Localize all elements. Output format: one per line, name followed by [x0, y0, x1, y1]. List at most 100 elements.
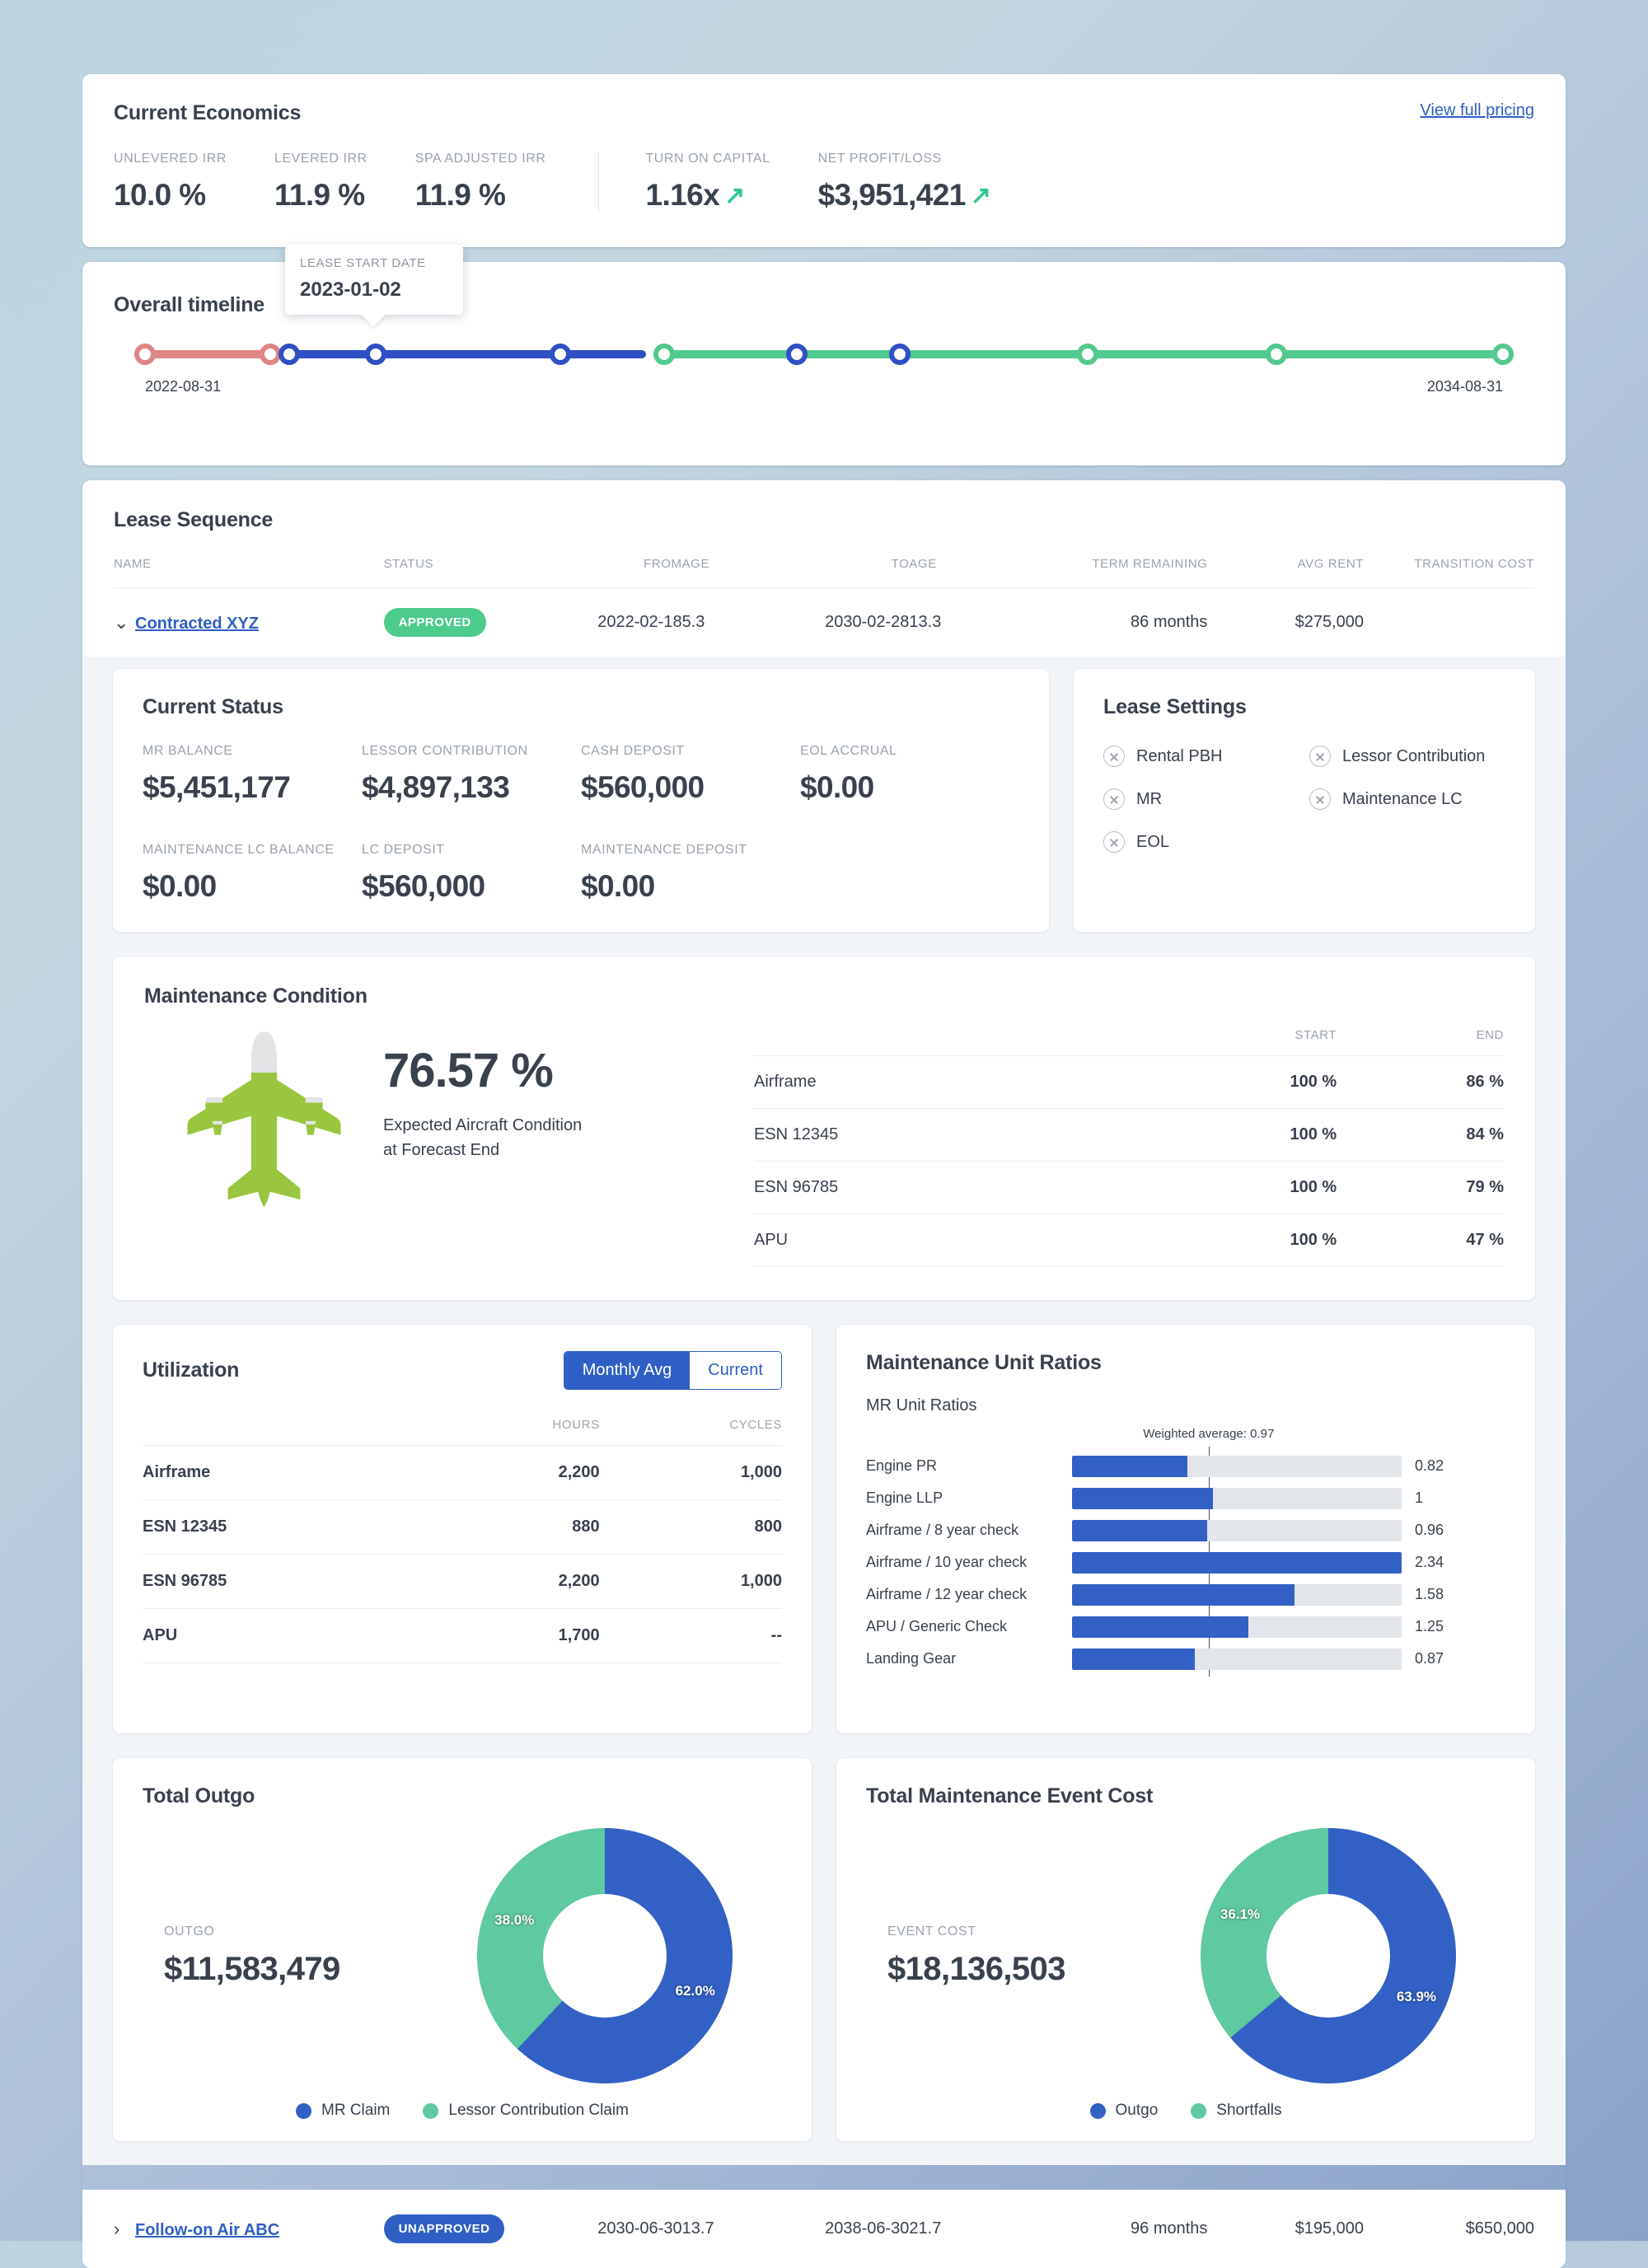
lease-settings-list: Rental PBH Lessor Contribution MR Maintenan…: [1103, 746, 1505, 853]
circle-x-icon: [1309, 746, 1331, 767]
ratio-track: [1072, 1455, 1402, 1477]
table-row: Airframe 100 % 86 %: [754, 1055, 1504, 1109]
ratio-value: 0.87: [1415, 1650, 1444, 1667]
status-cash-deposit: CASH DEPOSIT $560,000: [581, 744, 775, 805]
ratio-bar: [1072, 1455, 1188, 1477]
donut-hole: [543, 1894, 667, 2018]
setting-rental-pbh[interactable]: Rental PBH: [1103, 746, 1299, 767]
asset-name: ESN 96785: [143, 1554, 436, 1609]
aircraft-condition-illustration: [144, 1028, 383, 1218]
timeline-marker-10[interactable]: [1492, 344, 1514, 365]
start-value: 100 %: [1128, 1213, 1337, 1267]
slice-label-1: 38.0%: [494, 1911, 535, 1928]
legend-item: Lessor Contribution Claim: [423, 2102, 629, 2120]
column-header: AGE: [909, 557, 937, 571]
ratio-track: [1072, 1487, 1402, 1509]
status-mr-balance: MR BALANCE $5,451,177: [143, 744, 337, 805]
kpi-value: $0.00: [581, 869, 655, 903]
timeline-marker-3[interactable]: [365, 344, 387, 365]
legend-label: Lessor Contribution Claim: [448, 2102, 629, 2119]
kpi-value: $0.00: [800, 770, 874, 804]
utilization-title: Utilization: [143, 1358, 240, 1382]
timeline-marker-2[interactable]: [278, 344, 300, 365]
timeline-marker-9[interactable]: [1265, 344, 1287, 365]
toggle-monthly-avg[interactable]: Monthly Avg: [564, 1352, 691, 1389]
from-cell: 2022-02-18: [540, 587, 682, 657]
kpi-unlevered-irr: UNLEVERED IRR 10.0 %: [114, 152, 227, 213]
cycles-value: --: [599, 1608, 782, 1663]
lease-sequence-footer-row: › Follow-on Air ABC UNAPPROVED 2030-06-30 13…: [82, 2190, 1566, 2268]
kpi-value: 1.16x ↗: [645, 178, 745, 212]
lease-name-cell: › Follow-on Air ABC: [114, 2190, 384, 2268]
timeline-marker-0[interactable]: [134, 344, 156, 365]
ratio-row: Engine PR 0.82: [866, 1450, 1505, 1482]
to-cell: 2030-02-28: [752, 587, 910, 657]
ratio-label: APU / Generic Check: [866, 1618, 1008, 1634]
setting-lessor-contribution[interactable]: Lessor Contribution: [1309, 746, 1505, 767]
legend-item: Shortfalls: [1191, 2102, 1281, 2120]
asset-name: ESN 12345: [143, 1499, 436, 1555]
chevron-right-icon[interactable]: ›: [114, 2219, 135, 2240]
column-header: HOURS: [552, 1418, 600, 1432]
donut-title: Total Outgo: [143, 1784, 255, 1807]
avg-rent-cell: $275,000: [1207, 587, 1365, 657]
timeline-track[interactable]: [134, 335, 1514, 373]
status-lessor-contribution: LESSOR CONTRIBUTION $4,897,133: [362, 744, 556, 805]
timeline-marker-5[interactable]: [786, 344, 808, 365]
asset-name: Airframe: [143, 1445, 436, 1500]
asset-name: ESN 96785: [754, 1161, 1129, 1214]
setting-eol[interactable]: EOL: [1103, 831, 1299, 853]
age-from-cell: 5.3: [681, 587, 753, 657]
lease-settings-title: Lease Settings: [1103, 695, 1247, 718]
table-row: APU 100 % 47 %: [754, 1213, 1504, 1267]
lease-name-link[interactable]: Contracted XYZ: [135, 615, 259, 633]
column-header: NAME: [114, 557, 152, 571]
from-cell: 2030-06-30: [597, 2219, 682, 2238]
setting-maintenance-lc[interactable]: Maintenance LC: [1309, 788, 1505, 810]
status-maintenance-deposit: MAINTENANCE DEPOSIT $0.00: [581, 843, 775, 904]
setting-label: Lessor Contribution: [1342, 746, 1486, 765]
maintenance-condition-table: START END Airframe 100 % 86 % ESN 12345 100 %…: [754, 1028, 1504, 1267]
donut-hole: [1266, 1894, 1390, 2018]
ratio-row: Airframe / 8 year check 0.96: [866, 1514, 1505, 1546]
view-full-pricing-link[interactable]: View full pricing: [1420, 101, 1534, 120]
economics-group-returns: TURN ON CAPITAL 1.16x ↗ NET PROFIT/LOSS $3,9…: [645, 152, 1038, 213]
table-row[interactable]: ⌄ Contracted XYZ APPROVED 2022-02-18 5.3 2030…: [114, 587, 1534, 657]
slice-label-1: 36.1%: [1220, 1906, 1261, 1923]
legend-item: Outgo: [1089, 2102, 1159, 2120]
maintenance-condition-card: Maintenance Condition 76.57 % Expected A…: [112, 956, 1536, 1301]
trend-up-icon: ↗: [724, 182, 745, 209]
total-maintenance-event-cost-card: Total Maintenance Event Cost EVENT COST $1…: [836, 1757, 1536, 2142]
timeline-marker-6[interactable]: [889, 344, 911, 365]
toggle-current[interactable]: Current: [690, 1352, 781, 1389]
trend-up-icon: ↗: [970, 182, 991, 209]
ratio-value: 0.96: [1415, 1522, 1444, 1538]
setting-mr[interactable]: MR: [1103, 788, 1299, 810]
total-outgo-card: Total Outgo OUTGO $11,583,479 62.0% 38.0% MR …: [112, 1757, 812, 2142]
utilization-mode-toggle[interactable]: Monthly Avg Current: [563, 1351, 782, 1390]
donut-legend: MR Claim Lessor Contribution Claim: [143, 2102, 782, 2120]
timeline-segment-1: [288, 350, 647, 358]
status-badge: UNAPPROVED: [383, 2214, 505, 2243]
lease-start-date-tooltip: LEASE START DATE 2023-01-02: [285, 245, 463, 315]
hours-value: 2,200: [435, 1554, 600, 1609]
timeline-marker-8[interactable]: [1076, 344, 1098, 365]
kpi-label: SPA ADJUSTED IRR: [414, 152, 546, 166]
column-header: FROM: [644, 557, 682, 571]
kpi-value: $560,000: [581, 770, 705, 804]
legend-dot: [296, 2102, 311, 2119]
status-maintenance-lc-balance: MAINTENANCE LC BALANCE $0.00: [143, 843, 337, 904]
ratio-label: Airframe / 10 year check: [866, 1554, 1028, 1570]
legend-label: Outgo: [1115, 2102, 1159, 2119]
chevron-down-icon[interactable]: ⌄: [114, 612, 135, 634]
to-cell: 2038-06-30: [825, 2219, 910, 2238]
ratio-label: Engine LLP: [866, 1489, 943, 1506]
lease-name-link[interactable]: Follow-on Air ABC: [135, 2221, 279, 2239]
ratio-label: Airframe / 12 year check: [866, 1586, 1028, 1602]
legend-dot: [1089, 2102, 1106, 2119]
hours-value: 2,200: [435, 1445, 600, 1500]
table-row[interactable]: › Follow-on Air ABC UNAPPROVED 2030-06-30 13…: [114, 2190, 1534, 2268]
timeline-marker-7[interactable]: [653, 344, 675, 365]
timeline-marker-4[interactable]: [550, 344, 572, 365]
donut-chart: 63.9% 36.1%: [1201, 1828, 1456, 2083]
